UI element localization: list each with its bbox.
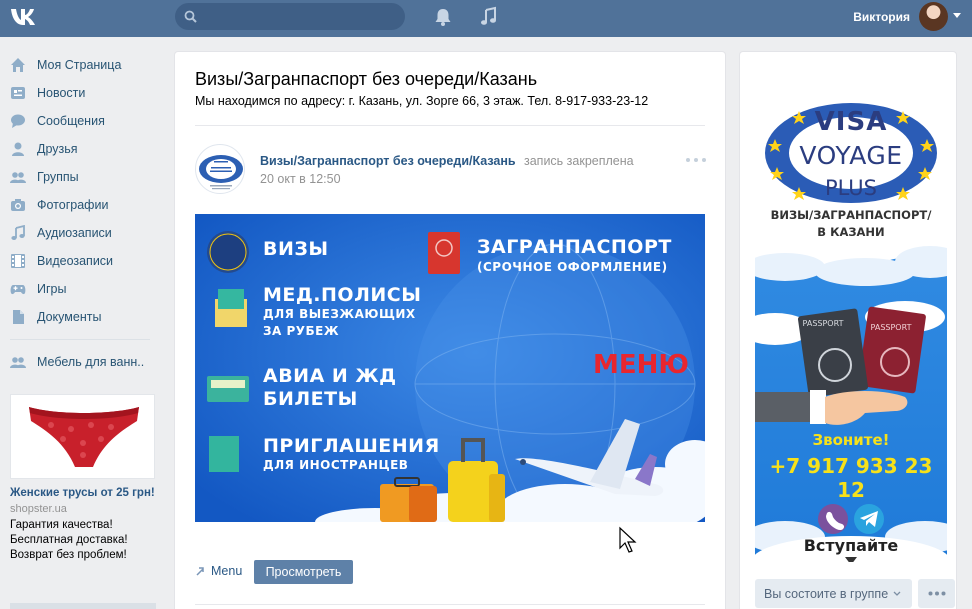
sidebar-ad[interactable]: Женские трусы от 25 грн! shopster.ua Гар… [10,394,156,563]
chat-icon [11,114,25,128]
sidebar-item-news[interactable]: Новости [0,79,160,107]
sidebar-item-photos[interactable]: Фотографии [0,191,160,219]
sidebar-item-groups[interactable]: Группы [0,163,160,191]
menu-link[interactable]: Menu [195,564,242,578]
home-icon [11,58,25,72]
sidebar-item-label: Сообщения [37,114,105,128]
sidebar-item-label: Друзья [37,142,78,156]
chevron-down-icon[interactable] [953,13,961,18]
sidebar-item-furniture-group[interactable]: Мебель для ванн.. [0,348,160,376]
cover-caption-2: В КАЗАНИ [817,225,885,239]
group-icon [10,172,26,183]
banner-med-2: ДЛЯ ВЫЕЗЖАЮЩИХ [263,307,416,321]
search-input[interactable] [175,3,405,30]
sidebar-item-documents[interactable]: Документы [0,303,160,331]
person-icon [12,142,24,156]
bell-icon[interactable] [433,6,453,28]
visa-voyage-logo [199,155,243,190]
sidebar-item-friends[interactable]: Друзья [0,135,160,163]
banner-avia-2: БИЛЕТЫ [263,388,358,410]
ad-photo [29,407,139,467]
post-date[interactable]: 20 окт в 12:50 [260,172,341,186]
ad-line: Возврат без проблем! [10,549,127,561]
divider [195,604,705,605]
banner-med-3: ЗА РУБЕЖ [263,324,340,338]
cursor-icon [619,526,637,553]
vk-logo[interactable] [10,6,44,28]
page-title: Визы/Загранпаспорт без очереди/Казань [195,69,538,89]
sidebar-item-games[interactable]: Игры [0,275,160,303]
banner-inv-2: ДЛЯ ИНОСТРАНЦЕВ [263,458,409,472]
news-icon [11,87,25,99]
sidebar-item-messages[interactable]: Сообщения [0,107,160,135]
link-arrow-icon [196,567,204,576]
user-name[interactable]: Виктория [853,10,910,24]
ad-line: Гарантия качества! [10,519,113,531]
banner-med-1: МЕД.ПОЛИСЫ [263,284,422,306]
ad-text: Гарантия качества! Бесплатная доставка! … [10,518,156,563]
member-status-label: Вы состоите в группе [764,586,889,601]
search-icon [184,10,197,23]
top-bar: Виктория [0,0,972,37]
sidebar-item-my-page[interactable]: Моя Страница [0,51,160,79]
document-icon [13,310,24,324]
sidebar-item-label: Фотографии [37,198,109,212]
cover-passport-2: PASSPORT [870,323,912,332]
camera-icon [11,199,25,211]
group-cover-image[interactable]: VISA VOYAGE PLUS ВИЗЫ/ЗАГРАНПАСПОРТ/ В К… [755,67,947,562]
cover-join-label: Вступайте [803,536,899,555]
group-icon [10,357,26,368]
music-icon [11,225,25,240]
chevron-down-icon [893,591,901,596]
cover-logo-voyage: VOYAGE [799,141,903,170]
film-icon [11,254,25,268]
post-author-avatar[interactable] [195,144,245,194]
sidebar-item-label: Группы [37,170,79,184]
banner-menu-label[interactable]: МЕНЮ [593,350,689,380]
banner-visa: ВИЗЫ [263,238,329,260]
banner-passport-sub: (СРОЧНОЕ ОФОРМЛЕНИЕ) [477,260,668,274]
banner-avia-1: АВИА И ЖД [263,365,397,387]
sidebar-item-label: Новости [37,86,86,100]
group-more-button[interactable] [918,579,955,608]
sidebar-item-label: Игры [37,282,67,296]
cover-call-label: Звоните! [812,431,890,449]
view-button[interactable]: Просмотреть [254,560,353,584]
menu-divider [10,339,150,340]
ad-line: Бесплатная доставка! [10,534,128,546]
cover-phone: +7 917 933 23 12 [769,454,933,502]
avatar[interactable] [919,2,948,31]
sidebar-item-label: Мебель для ванн.. [37,355,145,369]
sidebar-item-video[interactable]: Видеозаписи [0,247,160,275]
cover-logo-plus: PLUS [824,176,878,200]
vk-logo-icon [11,9,35,25]
divider [195,125,705,126]
group-cover-card: VISA VOYAGE PLUS ВИЗЫ/ЗАГРАНПАСПОРТ/ В К… [740,52,956,609]
music-note-icon[interactable] [479,6,499,28]
menu-link-label: Menu [211,564,243,578]
member-status-button[interactable]: Вы состоите в группе [755,579,912,608]
post-pinned-label: запись закреплена [524,154,634,168]
left-menu: Моя Страница Новости Сообщения Друзья Гр… [0,51,160,376]
sidebar-item-label: Видеозаписи [37,254,114,268]
ad-domain: shopster.ua [10,503,67,515]
sidebar-item-label: Документы [37,310,102,324]
sidebar-item-audio[interactable]: Аудиозаписи [0,219,160,247]
ad-title[interactable]: Женские трусы от 25 грн! [10,486,156,501]
cover-logo-visa: VISA [814,107,888,137]
banner-inv-1: ПРИГЛАШЕНИЯ [263,435,440,457]
more-dots-icon[interactable] [685,157,707,163]
sidebar-item-label: Аудиозаписи [37,226,112,240]
sidebar-item-label: Моя Страница [37,58,122,72]
ad-image[interactable] [10,394,155,479]
banner-passport: ЗАГРАНПАСПОРТ [477,236,672,258]
gamepad-icon [10,285,26,295]
group-main-card: Визы/Загранпаспорт без очереди/Казань Мы… [175,52,725,609]
more-dots-icon [928,591,945,596]
group-status: Мы находимся по адресу: г. Казань, ул. З… [195,94,649,108]
next-ad-edge [10,603,156,609]
cover-caption-1: ВИЗЫ/ЗАГРАНПАСПОРТ/ [770,208,932,222]
post-author-link[interactable]: Визы/Загранпаспорт без очереди/Казань [260,154,516,168]
